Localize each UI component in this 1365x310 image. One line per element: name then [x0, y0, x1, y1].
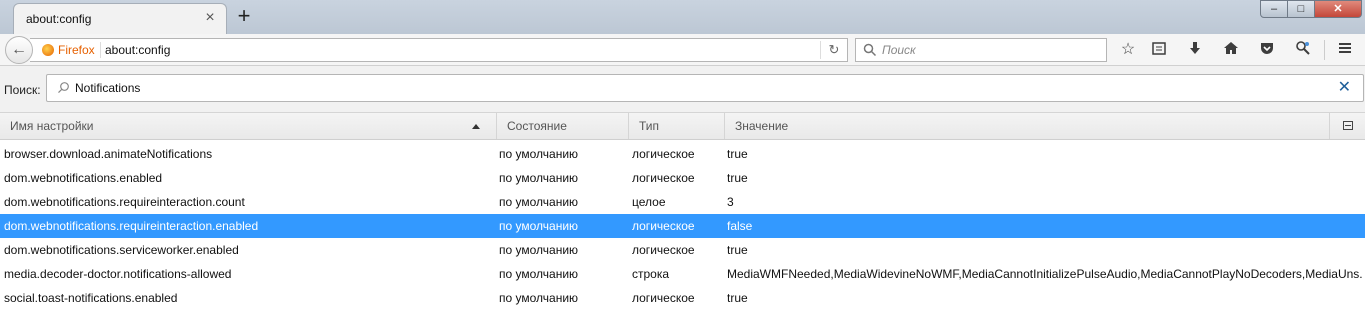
- pref-value: MediaWMFNeeded,MediaWidevineNoWMF,MediaC…: [727, 267, 1363, 281]
- column-name-header[interactable]: Имя настройки: [0, 113, 497, 139]
- column-name-label: Имя настройки: [10, 119, 94, 133]
- search-bar[interactable]: Поиск: [855, 38, 1107, 62]
- url-bar[interactable]: Firefox about:config ↻: [30, 38, 848, 62]
- url-divider: [100, 42, 101, 58]
- column-status-header[interactable]: Состояние: [497, 113, 629, 139]
- back-button[interactable]: ←: [5, 36, 33, 64]
- pref-value: false: [727, 219, 753, 233]
- navigation-toolbar: Firefox about:config ↻ ← Поиск ☆: [0, 34, 1365, 66]
- search-icon: [863, 43, 877, 57]
- search-placeholder: Поиск: [882, 43, 916, 57]
- pref-type: логическое: [632, 243, 695, 257]
- config-filter-row: Поиск: Notifications ✕: [0, 66, 1365, 112]
- tab-close-icon[interactable]: ×: [202, 10, 218, 26]
- identity-label[interactable]: Firefox: [58, 43, 95, 57]
- pref-status: по умолчанию: [499, 171, 579, 185]
- pref-value: true: [727, 171, 748, 185]
- table-row[interactable]: browser.download.animateNotifications по…: [0, 142, 1365, 166]
- table-row[interactable]: dom.webnotifications.enabled по умолчани…: [0, 166, 1365, 190]
- pref-type: строка: [632, 267, 670, 281]
- window-minimize-icon[interactable]: –: [1260, 0, 1288, 18]
- pref-type: логическое: [632, 291, 695, 305]
- filter-label: Поиск:: [4, 83, 41, 97]
- pref-value: 3: [727, 195, 734, 209]
- tab-strip: about:config × + – □ ✕: [0, 0, 1365, 34]
- pref-value: true: [727, 291, 748, 305]
- window-maximize-icon[interactable]: □: [1287, 0, 1315, 18]
- table-row[interactable]: social.toast-notifications.enabled по ум…: [0, 286, 1365, 310]
- column-value-label: Значение: [735, 119, 789, 133]
- pref-name: dom.webnotifications.requireinteraction.…: [4, 219, 259, 233]
- pref-type: логическое: [632, 147, 695, 161]
- table-row[interactable]: dom.webnotifications.requireinteraction.…: [0, 190, 1365, 214]
- pref-name: dom.webnotifications.requireinteraction.…: [4, 195, 245, 209]
- home-icon[interactable]: [1221, 40, 1241, 60]
- pref-type: логическое: [632, 219, 695, 233]
- pref-status: по умолчанию: [499, 291, 579, 305]
- tab-title: about:config: [26, 12, 92, 26]
- tab-about-config[interactable]: about:config ×: [13, 3, 227, 34]
- toolbar-divider: [1324, 40, 1325, 60]
- table-row[interactable]: media.decoder-doctor.notifications-allow…: [0, 262, 1365, 286]
- hamburger-menu-icon[interactable]: [1335, 40, 1355, 60]
- pocket-icon[interactable]: [1257, 40, 1277, 60]
- pref-name: browser.download.animateNotifications: [4, 147, 213, 161]
- pref-status: по умолчанию: [499, 243, 579, 257]
- pref-value: true: [727, 147, 748, 161]
- url-text[interactable]: about:config: [105, 43, 170, 57]
- webext-icon[interactable]: [1293, 40, 1313, 60]
- pref-type: целое: [632, 195, 666, 209]
- bookmark-star-icon[interactable]: ☆: [1118, 40, 1138, 60]
- pref-name: dom.webnotifications.enabled: [4, 171, 163, 185]
- search-icon: [58, 82, 69, 94]
- column-type-label: Тип: [639, 119, 660, 133]
- clear-filter-icon[interactable]: ✕: [1338, 79, 1351, 97]
- table-row-selected[interactable]: dom.webnotifications.requireinteraction.…: [0, 214, 1365, 238]
- pref-status: по умолчанию: [499, 147, 579, 161]
- pref-name: dom.webnotifications.serviceworker.enabl…: [4, 243, 239, 257]
- downloads-icon[interactable]: [1185, 40, 1205, 60]
- pref-status: по умолчанию: [499, 195, 579, 209]
- pref-status: по умолчанию: [499, 267, 579, 281]
- pref-name: media.decoder-doctor.notifications-allow…: [4, 267, 232, 281]
- column-status-label: Состояние: [507, 119, 567, 133]
- back-arrow-icon: ←: [11, 41, 27, 58]
- column-picker-icon[interactable]: [1343, 121, 1353, 130]
- reading-list-icon[interactable]: [1149, 40, 1169, 60]
- firefox-logo-icon: [42, 44, 54, 56]
- reload-icon[interactable]: ↻: [820, 41, 843, 59]
- filter-input[interactable]: Notifications ✕: [46, 74, 1364, 102]
- table-row[interactable]: dom.webnotifications.serviceworker.enabl…: [0, 238, 1365, 262]
- column-type-header[interactable]: Тип: [629, 113, 725, 139]
- column-value-header[interactable]: Значение: [725, 113, 1330, 139]
- sort-ascending-icon: [472, 124, 480, 129]
- pref-value: true: [727, 243, 748, 257]
- pref-type: логическое: [632, 171, 695, 185]
- column-header: Имя настройки Состояние Тип Значение: [0, 112, 1365, 140]
- filter-value: Notifications: [75, 81, 141, 95]
- window-close-icon[interactable]: ✕: [1314, 0, 1362, 18]
- pref-name: social.toast-notifications.enabled: [4, 291, 178, 305]
- new-tab-icon[interactable]: +: [232, 4, 256, 28]
- pref-status: по умолчанию: [499, 219, 579, 233]
